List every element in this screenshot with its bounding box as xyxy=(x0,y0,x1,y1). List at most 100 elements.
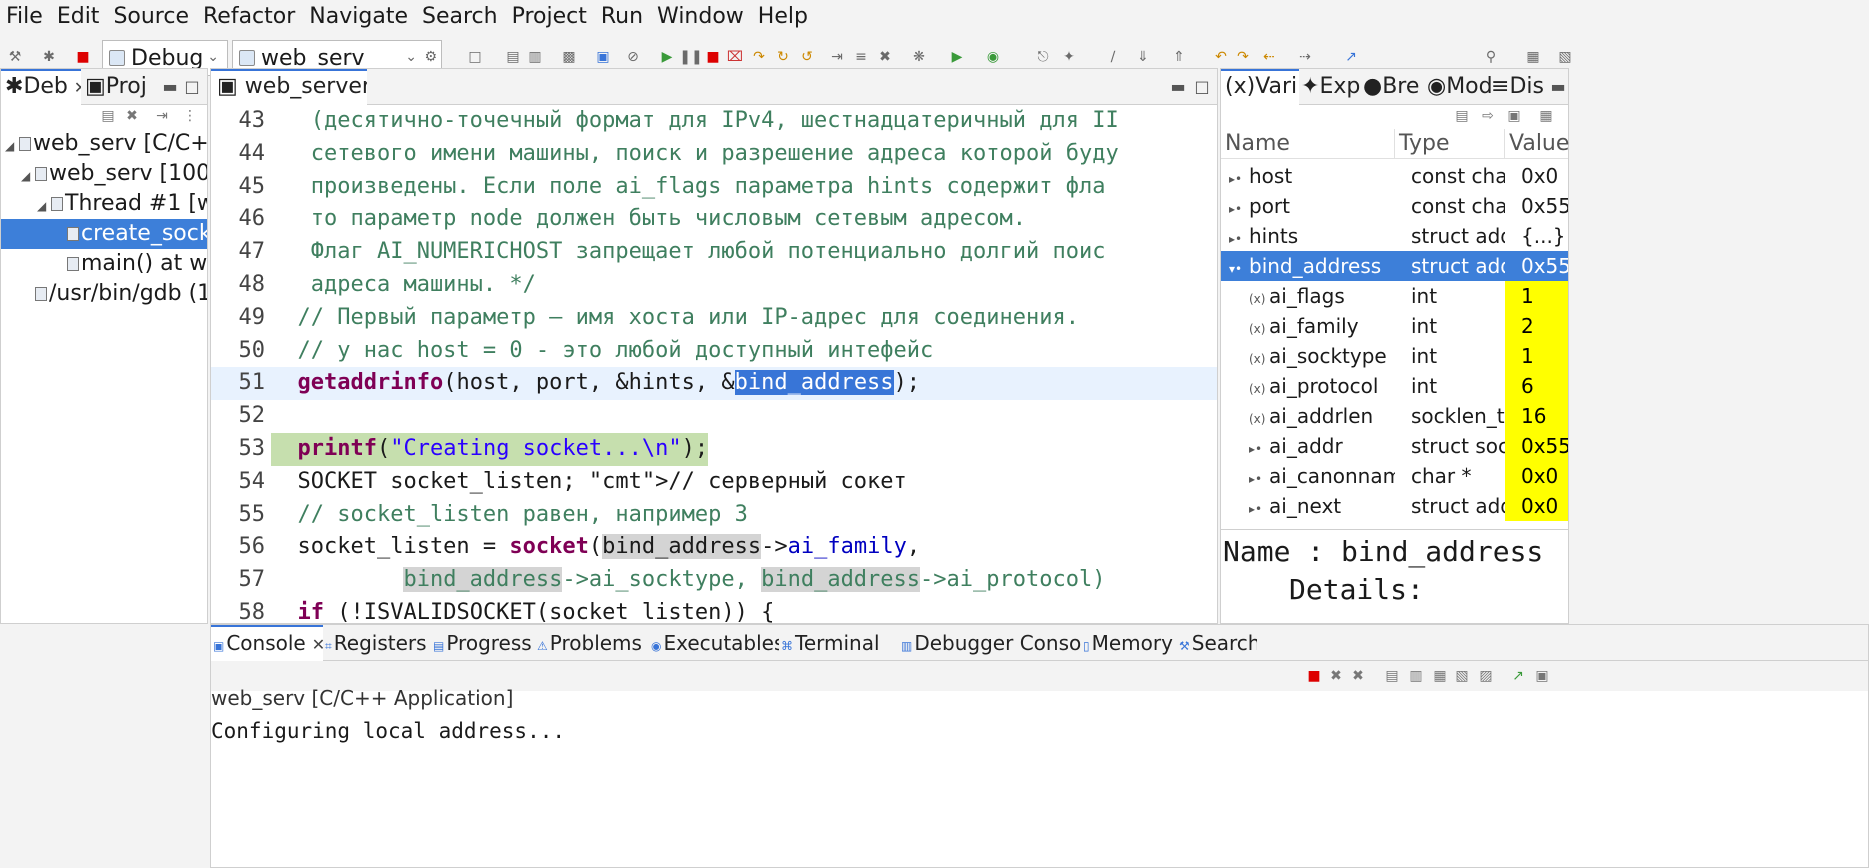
code-line[interactable]: 46 то параметр node должен быть числовым… xyxy=(211,203,1217,236)
tab-modules[interactable]: ◉Mod xyxy=(1427,69,1491,105)
step-return-icon[interactable]: ↺ xyxy=(794,44,820,70)
save-all-icon[interactable]: ▥ xyxy=(522,44,548,70)
code-line[interactable]: 52 xyxy=(211,400,1217,433)
tab-disassembly[interactable]: ≡Dis xyxy=(1491,69,1547,105)
terminate-icon[interactable]: ■ xyxy=(1303,665,1325,687)
variable-row[interactable]: ▸• ai_addr struct sock0x555 xyxy=(1221,431,1568,461)
code-line[interactable]: 48 адреса машины. */ xyxy=(211,269,1217,302)
details-pane[interactable]: Name : bind_address Details: xyxy=(1221,529,1568,623)
menu-run[interactable]: Run xyxy=(601,0,652,34)
tab-executables[interactable]: ◉ Executables xyxy=(649,625,779,661)
code-line[interactable]: 50 // у нас host = 0 - это любой доступн… xyxy=(211,335,1217,368)
tab-project[interactable]: ▣Proj xyxy=(85,69,147,105)
drop-frame-icon[interactable]: ≡ xyxy=(848,44,874,70)
close-icon[interactable]: ✕ xyxy=(74,78,81,97)
tab-terminal[interactable]: ⌘ Terminal xyxy=(779,625,899,661)
code-line[interactable]: 56 socket_listen = socket(bind_address->… xyxy=(211,531,1217,564)
tab-breakpoints[interactable]: ●Bre xyxy=(1363,69,1427,105)
code-line[interactable]: 44 сетевого имени машины, поиск и разреш… xyxy=(211,138,1217,171)
back-icon[interactable]: ⇠ xyxy=(1256,44,1282,70)
code-line[interactable]: 53 printf("Creating socket...\n"); xyxy=(211,433,1217,466)
minimize-icon[interactable]: ▬ xyxy=(1549,77,1567,96)
external-tools-icon[interactable]: ❋ xyxy=(906,44,932,70)
variable-row[interactable]: ▸• port const char0x555 xyxy=(1221,191,1568,221)
tab-memory[interactable]: ▯ Memory xyxy=(1081,625,1177,661)
variable-value[interactable]: 1 xyxy=(1505,281,1568,311)
debug-tree-item[interactable]: create_socket( xyxy=(1,219,207,249)
remove-all-icon[interactable]: ✖ xyxy=(1347,665,1369,687)
debug-tree-item[interactable]: main() at web_ xyxy=(1,249,207,279)
column-type[interactable]: Type xyxy=(1395,129,1505,159)
collapse-all-icon[interactable]: ▤ xyxy=(97,105,119,127)
terminate-icon[interactable]: ■ xyxy=(70,44,96,70)
pin-editor-icon[interactable]: ↗ xyxy=(1338,44,1364,70)
tab-debugger-console[interactable]: ▥ Debugger Console xyxy=(899,625,1081,661)
debug-tree-item[interactable]: /usr/bin/gdb (13.2) xyxy=(1,279,207,309)
annotation-icon[interactable]: ∕ xyxy=(1100,44,1126,70)
view-menu-icon[interactable]: ▦ xyxy=(1535,105,1557,127)
variable-value[interactable]: 0x555 xyxy=(1505,191,1568,221)
variable-row[interactable]: ▾• bind_address struct add0x555 xyxy=(1221,251,1568,281)
variable-value[interactable]: 0x0 xyxy=(1505,161,1568,191)
variable-value[interactable]: 0x555 xyxy=(1505,251,1568,281)
console-output[interactable]: Configuring local address... xyxy=(211,719,565,743)
menu-file[interactable]: File xyxy=(6,0,52,34)
tab-console[interactable]: ▣Console ✕ xyxy=(211,625,323,661)
variable-row[interactable]: (x) ai_family int 2 xyxy=(1221,311,1568,341)
variable-row[interactable]: ▸• ai_next struct add 0x0 xyxy=(1221,491,1568,521)
view-menu-icon[interactable]: ⋮ xyxy=(179,105,201,127)
word-wrap-icon[interactable]: ▦ xyxy=(1429,665,1451,687)
column-name[interactable]: Name xyxy=(1221,129,1395,159)
step-into-icon[interactable]: ↷ xyxy=(746,44,772,70)
open-type-icon[interactable]: ⎋ xyxy=(1030,44,1056,70)
minimize-icon[interactable]: ▬ xyxy=(161,77,179,96)
run-icon[interactable]: ▶ xyxy=(944,44,970,70)
menu-refactor[interactable]: Refactor xyxy=(203,0,304,34)
show-on-error-icon[interactable]: ▨ xyxy=(1475,665,1497,687)
show-on-output-icon[interactable]: ▧ xyxy=(1451,665,1473,687)
variable-row[interactable]: (x) ai_protocol int 6 xyxy=(1221,371,1568,401)
menu-navigate[interactable]: Navigate xyxy=(309,0,417,34)
coverage-icon[interactable]: ◉ xyxy=(980,44,1006,70)
forward-icon[interactable]: ⇢ xyxy=(1292,44,1318,70)
tab-debug[interactable]: ✱Deb ✕ xyxy=(1,69,81,105)
prev-annotation-icon[interactable]: ⇑ xyxy=(1166,44,1192,70)
display-console-icon[interactable]: ▣ xyxy=(1531,665,1553,687)
close-icon[interactable]: ✕ xyxy=(312,635,323,654)
debug-tree-item[interactable]: ◢ web_serv [C/C++ Ap xyxy=(1,129,207,159)
code-line[interactable]: 43 (десятично-точечный формат для IPv4, … xyxy=(211,105,1217,138)
code-line[interactable]: 55 // socket_listen равен, например 3 xyxy=(211,499,1217,532)
variable-value[interactable]: 1 xyxy=(1505,341,1568,371)
clear-console-icon[interactable]: ▤ xyxy=(1381,665,1403,687)
menu-window[interactable]: Window xyxy=(657,0,753,34)
variable-value[interactable]: 16 xyxy=(1505,401,1568,431)
menu-source[interactable]: Source xyxy=(113,0,198,34)
show-types-icon[interactable]: ▤ xyxy=(1451,105,1473,127)
expand-toggle-icon[interactable]: ◢ xyxy=(37,191,51,221)
gear-icon[interactable]: ⚙ xyxy=(424,49,437,65)
code-line[interactable]: 54 SOCKET socket_listen; "cmt">// сервер… xyxy=(211,466,1217,499)
maximize-icon[interactable]: □ xyxy=(1193,77,1211,96)
debug-tree-item[interactable]: ◢ web_serv [10097] xyxy=(1,159,207,189)
variable-value[interactable]: 6 xyxy=(1505,371,1568,401)
perspective-icon[interactable]: ▧ xyxy=(1552,44,1578,70)
tab-registers[interactable]: ⌗ Registers xyxy=(323,625,431,661)
disconnect-icon[interactable]: ⌧ xyxy=(722,44,748,70)
tab-problems[interactable]: ⚠ Problems xyxy=(535,625,649,661)
expand-toggle-icon[interactable]: ◢ xyxy=(5,131,19,161)
build-all-icon[interactable]: ▩ xyxy=(556,44,582,70)
forward-edit-icon[interactable]: ↷ xyxy=(1230,44,1256,70)
tab-search[interactable]: ⚒ Search xyxy=(1177,625,1257,661)
variable-row[interactable]: (x) ai_addrlen socklen_t 16 xyxy=(1221,401,1568,431)
minimize-icon[interactable]: ▬ xyxy=(1169,77,1187,96)
filter-icon[interactable]: ✖ xyxy=(872,44,898,70)
variable-value[interactable]: 0x555 xyxy=(1505,431,1568,461)
build-icon[interactable]: ⚒ xyxy=(2,44,28,70)
code-line[interactable]: 51 getaddrinfo(host, port, &hints, &bind… xyxy=(211,367,1217,401)
collapse-all-icon[interactable]: ▣ xyxy=(1503,105,1525,127)
code-line[interactable]: 49 // Первый параметр — имя хоста или IP… xyxy=(211,302,1217,335)
column-value[interactable]: Value xyxy=(1505,129,1575,159)
step-over-icon[interactable]: ↻ xyxy=(770,44,796,70)
menu-project[interactable]: Project xyxy=(512,0,596,34)
variable-value[interactable]: 0x0 xyxy=(1505,461,1568,491)
